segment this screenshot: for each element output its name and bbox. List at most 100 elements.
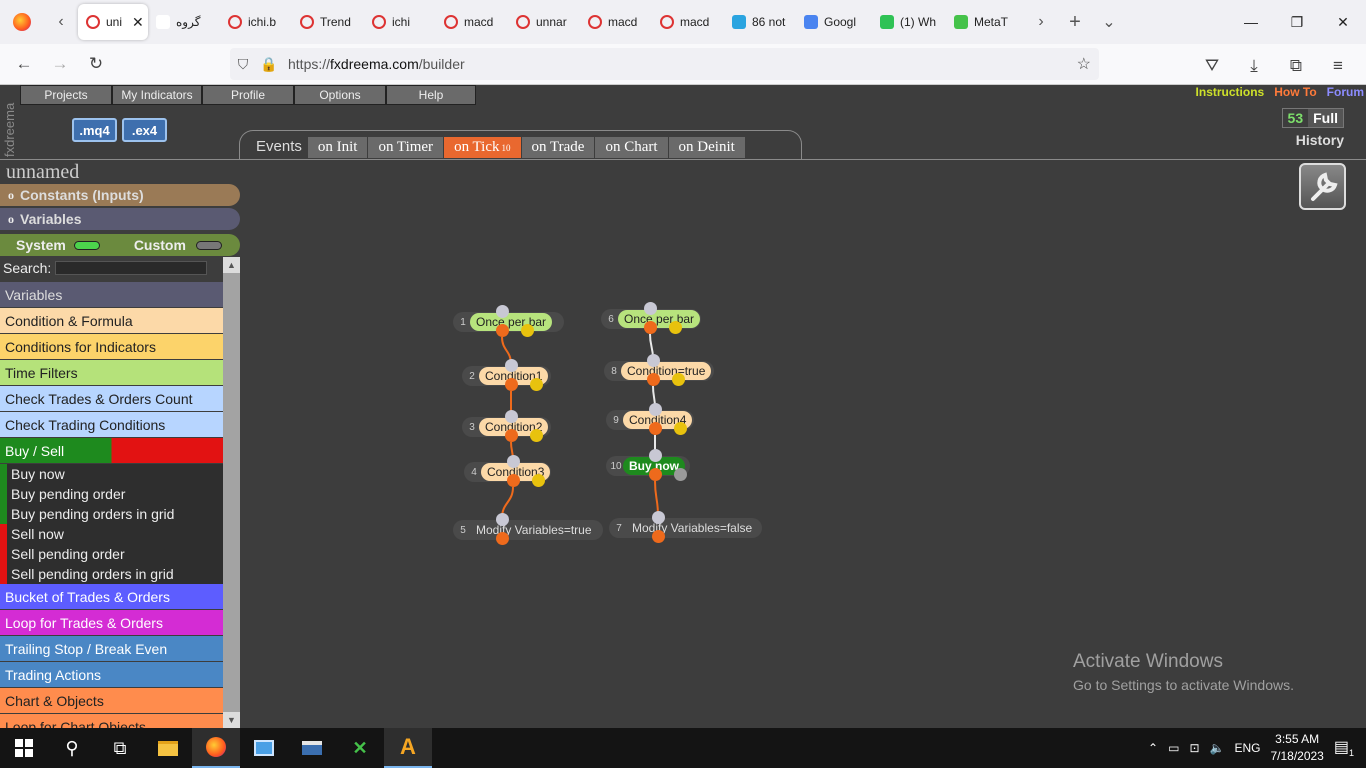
category-item[interactable]: Loop for Trades & Orders — [0, 610, 223, 636]
output-false-connector[interactable] — [530, 429, 543, 442]
output-true-connector[interactable] — [649, 468, 662, 481]
tab-on-timer[interactable]: on Timer — [368, 137, 444, 158]
output-false-connector[interactable] — [669, 321, 682, 334]
notification-center-icon[interactable]: ▤1 — [1334, 737, 1354, 758]
pocket-icon[interactable]: ⛛ — [1194, 48, 1230, 84]
output-false-connector[interactable] — [521, 324, 534, 337]
category-item[interactable]: Trailing Stop / Break Even — [0, 636, 223, 662]
forum-link[interactable]: Forum — [1327, 85, 1364, 99]
language-indicator[interactable]: ENG — [1234, 741, 1260, 755]
browser-tab[interactable]: 86 not — [724, 4, 796, 40]
category-item[interactable]: Chart & Objects — [0, 688, 223, 714]
output-false-connector[interactable] — [674, 468, 687, 481]
tab-scroll-right-icon[interactable]: › — [1024, 0, 1058, 44]
task-view-icon[interactable]: ⧉ — [96, 728, 144, 768]
clock[interactable]: 3:55 AM 7/18/2023 — [1270, 731, 1323, 765]
tracking-shield-icon[interactable]: ⛉ — [230, 56, 256, 73]
url-bar[interactable]: ⛉ 🔒 https://fxdreema.com/builder ☆ — [230, 48, 1099, 80]
block-canvas[interactable]: 1 Once per bar 2 Condition1 3 Condition2 4 Cond… — [240, 160, 1366, 728]
minimize-icon[interactable]: — — [1228, 0, 1274, 44]
block-item[interactable]: Buy pending orders in grid — [0, 504, 223, 524]
search-icon[interactable]: ⚲ — [48, 728, 96, 768]
instructions-link[interactable]: Instructions — [1196, 85, 1265, 99]
how-to-link[interactable]: How To — [1274, 85, 1316, 99]
category-item[interactable]: Conditions for Indicators — [0, 334, 223, 360]
canvas-block[interactable]: 5 Modify Variables=true — [453, 520, 603, 540]
browser-tab[interactable]: macd — [436, 4, 508, 40]
output-true-connector[interactable] — [496, 532, 509, 545]
output-false-connector[interactable] — [532, 474, 545, 487]
output-true-connector[interactable] — [496, 324, 509, 337]
category-item[interactable]: Condition & Formula — [0, 308, 223, 334]
input-connector[interactable] — [652, 511, 665, 524]
tab-on-tick[interactable]: on Tick 10 — [444, 137, 521, 158]
menu-profile[interactable]: Profile — [202, 85, 294, 105]
menu-my-indicators[interactable]: My Indicators — [112, 85, 202, 105]
category-item[interactable]: Trading Actions — [0, 662, 223, 688]
input-connector[interactable] — [507, 455, 520, 468]
close-window-icon[interactable]: ✕ — [1320, 0, 1366, 44]
new-tab-icon[interactable]: + — [1058, 0, 1092, 44]
file-explorer-icon[interactable] — [144, 728, 192, 768]
tab-on-deinit[interactable]: on Deinit — [668, 137, 745, 158]
output-true-connector[interactable] — [652, 530, 665, 543]
volume-icon[interactable]: 🔈 — [1210, 741, 1225, 755]
input-connector[interactable] — [647, 354, 660, 367]
menu-help[interactable]: Help — [386, 85, 476, 105]
category-item[interactable]: Time Filters — [0, 360, 223, 386]
block-item[interactable]: Sell pending order — [0, 544, 223, 564]
menu-projects[interactable]: Projects — [20, 85, 112, 105]
output-true-connector[interactable] — [505, 429, 518, 442]
lock-icon[interactable]: 🔒 — [256, 56, 282, 73]
browser-tab[interactable]: macd — [580, 4, 652, 40]
battery-icon[interactable]: ▭ — [1168, 741, 1179, 755]
output-true-connector[interactable] — [649, 422, 662, 435]
category-item[interactable]: Buy / Sell — [0, 438, 223, 464]
firefox-taskbar-icon[interactable] — [192, 728, 240, 768]
download-ex4-button[interactable]: .ex4 — [122, 118, 167, 142]
tab-on-chart[interactable]: on Chart — [595, 137, 668, 158]
input-connector[interactable] — [505, 359, 518, 372]
browser-tab[interactable]: Trend — [292, 4, 364, 40]
custom-toggle[interactable] — [195, 240, 222, 250]
scroll-up-icon[interactable]: ▲ — [223, 257, 240, 273]
input-connector[interactable] — [649, 403, 662, 416]
tab-on-init[interactable]: on Init — [307, 137, 368, 158]
network-icon[interactable]: ⊡ — [1189, 741, 1199, 755]
download-mq4-button[interactable]: .mq4 — [72, 118, 117, 142]
input-connector[interactable] — [496, 513, 509, 526]
category-item[interactable]: Check Trading Conditions — [0, 412, 223, 438]
aimp-icon[interactable]: A — [384, 728, 432, 768]
constants-section[interactable]: o Constants (Inputs) — [0, 184, 240, 206]
scroll-down-icon[interactable]: ▼ — [223, 712, 240, 728]
block-item[interactable]: Buy now — [0, 464, 223, 484]
start-icon[interactable] — [0, 728, 48, 768]
block-item[interactable]: Sell pending orders in grid — [0, 564, 223, 584]
firefox-icon[interactable] — [0, 0, 44, 44]
browser-tab[interactable]: گروه — [148, 4, 220, 40]
list-all-tabs-icon[interactable]: ⌄ — [1092, 0, 1126, 44]
reload-icon[interactable]: ↻ — [78, 46, 114, 82]
output-false-connector[interactable] — [672, 373, 685, 386]
browser-tab[interactable]: macd — [652, 4, 724, 40]
browser-tab[interactable]: (1) Wh — [872, 4, 946, 40]
restore-icon[interactable]: ❐ — [1274, 0, 1320, 44]
sidebar-scrollbar[interactable]: ▲ ▼ — [223, 257, 240, 728]
system-toggle[interactable] — [73, 240, 100, 250]
history-mode-button[interactable]: Full — [1308, 109, 1343, 127]
canvas-block[interactable]: 7 Modify Variables=false — [609, 518, 762, 538]
output-false-connector[interactable] — [674, 422, 687, 435]
history-button[interactable]: History — [1282, 132, 1344, 148]
browser-tab[interactable]: uni ✕ — [78, 4, 148, 40]
browser-tab[interactable]: ichi.b — [220, 4, 292, 40]
close-tab-icon[interactable]: ✕ — [132, 14, 144, 31]
browser-tab[interactable]: Googl — [796, 4, 872, 40]
input-connector[interactable] — [644, 302, 657, 315]
downloads-icon[interactable]: ⤓ — [1236, 48, 1272, 84]
menu-icon[interactable]: ≡ — [1320, 48, 1356, 84]
input-connector[interactable] — [649, 449, 662, 462]
show-hidden-icons-icon[interactable]: ⌃ — [1148, 741, 1158, 755]
block-item[interactable]: Buy pending order — [0, 484, 223, 504]
back-icon[interactable]: ← — [6, 46, 42, 82]
input-connector[interactable] — [496, 305, 509, 318]
